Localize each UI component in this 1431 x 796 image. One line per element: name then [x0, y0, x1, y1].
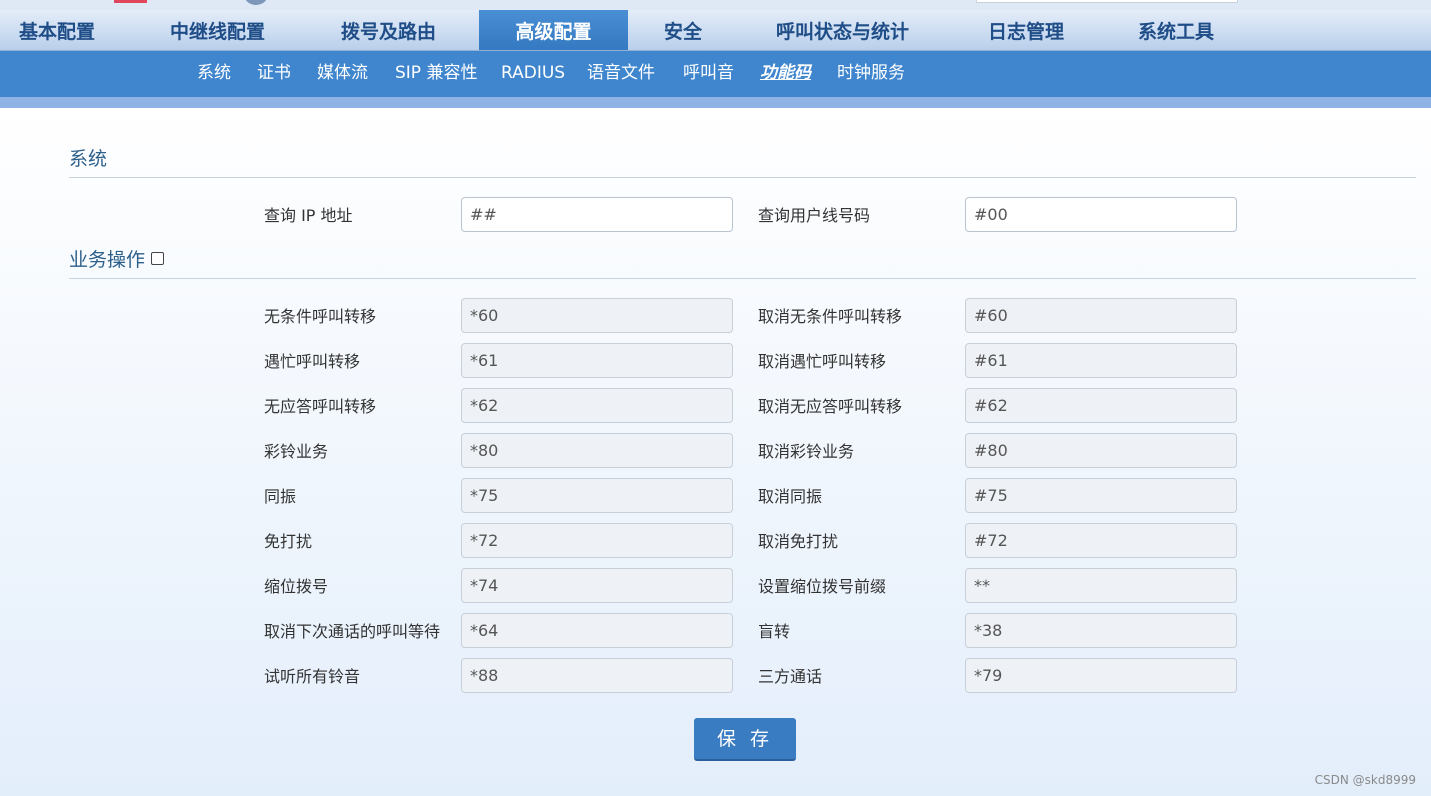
- query-ip-input[interactable]: [461, 197, 733, 232]
- cancel-feature-label: 三方通话: [758, 667, 823, 686]
- sub-nav: 系统 证书 媒体流 SIP 兼容性 RADIUS 语音文件 呼叫音 功能码 时钟…: [0, 51, 1431, 97]
- cancel-feature-code-input[interactable]: [965, 433, 1237, 468]
- cancel-feature-label: 取消彩铃业务: [758, 442, 855, 461]
- watermark-text: CSDN @skd8999: [1314, 773, 1416, 787]
- main-content: 系统 查询 IP 地址 查询用户线号码 业务操作 无条件呼叫转移 取消无条件呼叫转…: [0, 108, 1431, 796]
- main-tab-log-management[interactable]: 日志管理: [988, 10, 1064, 50]
- sub-tab-certificate[interactable]: 证书: [257, 51, 291, 97]
- main-tab-trunk-config[interactable]: 中继线配置: [170, 10, 265, 50]
- main-tab-dial-routing[interactable]: 拨号及路由: [341, 10, 436, 50]
- section-divider: [69, 278, 1416, 279]
- user-avatar[interactable]: [243, 0, 269, 5]
- sub-tab-feature-codes[interactable]: 功能码: [760, 51, 811, 97]
- feature-label: 同振: [264, 487, 297, 506]
- feature-code-input[interactable]: [461, 658, 733, 693]
- main-nav: 基本配置 中继线配置 拨号及路由 高级配置 安全 呼叫状态与统计 日志管理 系统…: [0, 10, 1431, 51]
- main-tab-basic-config[interactable]: 基本配置: [19, 10, 95, 50]
- main-tab-advanced-config[interactable]: 高级配置: [479, 10, 628, 50]
- feature-label: 无条件呼叫转移: [264, 307, 377, 326]
- cancel-feature-code-input[interactable]: [965, 613, 1237, 648]
- cancel-feature-label: 设置缩位拨号前缀: [758, 577, 887, 596]
- service-section-label: 业务操作: [69, 249, 146, 271]
- cancel-feature-code-input[interactable]: [965, 658, 1237, 693]
- feature-code-input[interactable]: [461, 298, 733, 333]
- cancel-feature-code-input[interactable]: [965, 568, 1237, 603]
- save-button[interactable]: 保 存: [694, 718, 796, 761]
- query-ip-label: 查询 IP 地址: [264, 206, 353, 225]
- feature-code-input[interactable]: [461, 523, 733, 558]
- section-divider: [69, 177, 1416, 178]
- sub-tab-clock-service[interactable]: 时钟服务: [837, 51, 905, 97]
- main-tab-system-tools[interactable]: 系统工具: [1138, 10, 1214, 50]
- feature-label: 彩铃业务: [264, 442, 329, 461]
- sub-tab-system[interactable]: 系统: [197, 51, 231, 97]
- sub-tab-voice-files[interactable]: 语音文件: [587, 51, 655, 97]
- cancel-feature-label: 取消遇忙呼叫转移: [758, 352, 887, 371]
- main-tab-call-status[interactable]: 呼叫状态与统计: [776, 10, 909, 50]
- query-line-number-input[interactable]: [965, 197, 1237, 232]
- sub-tab-sip-compat[interactable]: SIP 兼容性: [395, 51, 477, 97]
- main-tab-security[interactable]: 安全: [664, 10, 702, 50]
- cancel-feature-label: 取消无条件呼叫转移: [758, 307, 903, 326]
- service-enable-checkbox[interactable]: [151, 252, 165, 265]
- feature-code-input[interactable]: [461, 568, 733, 603]
- feature-code-input[interactable]: [461, 388, 733, 423]
- cancel-feature-code-input[interactable]: [965, 298, 1237, 333]
- cancel-feature-label: 取消无应答呼叫转移: [758, 397, 903, 416]
- feature-label: 缩位拨号: [264, 577, 329, 596]
- sub-tab-radius[interactable]: RADIUS: [501, 51, 565, 97]
- feature-label: 取消下次通话的呼叫等待: [264, 622, 441, 641]
- nav-divider-bar: [0, 97, 1431, 108]
- cancel-feature-code-input[interactable]: [965, 523, 1237, 558]
- feature-code-input[interactable]: [461, 433, 733, 468]
- top-strip: [0, 0, 1431, 10]
- feature-label: 试听所有铃音: [264, 667, 361, 686]
- top-search-input[interactable]: [976, 0, 1238, 3]
- feature-code-input[interactable]: [461, 478, 733, 513]
- cancel-feature-code-input[interactable]: [965, 478, 1237, 513]
- feature-label: 无应答呼叫转移: [264, 397, 377, 416]
- system-section-title: 系统: [69, 148, 108, 170]
- service-section-title: 业务操作: [69, 245, 165, 272]
- query-line-number-label: 查询用户线号码: [758, 206, 871, 225]
- cancel-feature-label: 盲转: [758, 622, 791, 641]
- logo-mark: [114, 0, 147, 3]
- cancel-feature-code-input[interactable]: [965, 388, 1237, 423]
- feature-label: 免打扰: [264, 532, 313, 551]
- cancel-feature-label: 取消同振: [758, 487, 823, 506]
- cancel-feature-label: 取消免打扰: [758, 532, 839, 551]
- cancel-feature-code-input[interactable]: [965, 343, 1237, 378]
- feature-label: 遇忙呼叫转移: [264, 352, 361, 371]
- sub-tab-media-stream[interactable]: 媒体流: [317, 51, 368, 97]
- sub-tab-call-tones[interactable]: 呼叫音: [683, 51, 734, 97]
- feature-code-input[interactable]: [461, 613, 733, 648]
- feature-code-input[interactable]: [461, 343, 733, 378]
